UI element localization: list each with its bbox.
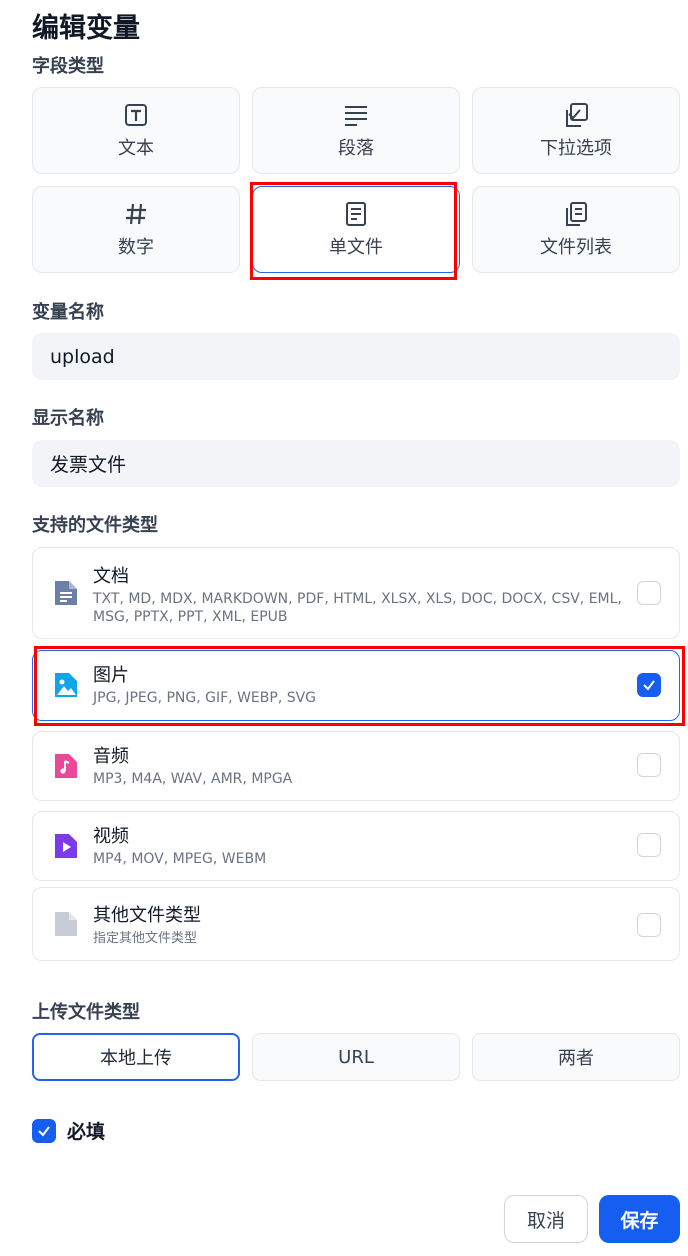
file-type-other[interactable]: 其他文件类型 指定其他文件类型 <box>32 887 680 961</box>
file-type-other-extensions: 指定其他文件类型 <box>93 931 198 946</box>
variable-name-label: 变量名称 <box>32 302 104 323</box>
file-type-audio[interactable]: 音频 MP3, M4A, WAV, AMR, MPGA <box>32 731 680 801</box>
upload-both-button[interactable]: 两者 <box>472 1033 680 1081</box>
file-type-image-extensions: JPG, JPEG, PNG, GIF, WEBP, SVG <box>93 690 317 706</box>
file-type-audio-name: 音频 <box>93 746 129 767</box>
variable-name-input[interactable]: upload <box>32 333 680 380</box>
field-type-paragraph-label: 段落 <box>338 137 374 159</box>
video-icon <box>53 832 79 860</box>
supported-types-label: 支持的文件类型 <box>32 515 158 536</box>
field-type-text[interactable]: 文本 <box>32 87 240 174</box>
field-type-select-label: 下拉选项 <box>540 137 612 159</box>
display-name-input[interactable]: 发票文件 <box>32 440 680 487</box>
file-type-image-name: 图片 <box>93 665 129 686</box>
required-checkbox[interactable] <box>32 1118 56 1143</box>
field-type-select[interactable]: 下拉选项 <box>472 87 680 174</box>
document-icon <box>53 579 79 607</box>
required-row: 必填 <box>32 1117 105 1144</box>
file-type-video[interactable]: 视频 MP4, MOV, MPEG, WEBM <box>32 811 680 881</box>
upload-local-button[interactable]: 本地上传 <box>32 1033 240 1081</box>
file-list-icon <box>563 201 589 227</box>
file-type-video-checkbox[interactable] <box>637 833 661 857</box>
file-type-document-extensions: TXT, MD, MDX, MARKDOWN, PDF, HTML, XLSX,… <box>93 591 622 625</box>
image-icon <box>53 671 79 699</box>
display-name-label: 显示名称 <box>32 408 104 429</box>
upload-url-button[interactable]: URL <box>252 1033 460 1081</box>
file-type-document-checkbox[interactable] <box>637 581 661 605</box>
save-button[interactable]: 保存 <box>599 1195 680 1243</box>
file-type-audio-extensions: MP3, M4A, WAV, AMR, MPGA <box>93 771 293 787</box>
check-icon <box>38 1125 50 1137</box>
upload-method-label: 上传文件类型 <box>32 1002 140 1023</box>
field-type-number-label: 数字 <box>118 236 154 258</box>
page-title: 编辑变量 <box>32 13 140 44</box>
field-type-file-list-label: 文件列表 <box>540 236 612 258</box>
cancel-button[interactable]: 取消 <box>504 1195 588 1243</box>
file-type-document-name: 文档 <box>93 566 129 587</box>
field-type-label: 字段类型 <box>32 56 104 77</box>
file-type-video-extensions: MP4, MOV, MPEG, WEBM <box>93 851 267 867</box>
check-icon <box>643 680 655 691</box>
file-icon <box>343 201 369 227</box>
file-type-image-checkbox[interactable] <box>637 673 661 697</box>
field-type-text-label: 文本 <box>118 137 154 159</box>
paragraph-icon <box>343 102 369 128</box>
select-icon <box>563 102 589 128</box>
required-label: 必填 <box>67 1121 106 1143</box>
other-file-icon <box>53 910 79 938</box>
audio-icon <box>53 752 79 780</box>
hash-icon <box>123 201 149 227</box>
file-type-document[interactable]: 文档 TXT, MD, MDX, MARKDOWN, PDF, HTML, XL… <box>32 547 680 639</box>
file-type-video-name: 视频 <box>93 826 129 847</box>
field-type-single-file-label: 单文件 <box>329 236 383 258</box>
field-type-single-file[interactable]: 单文件 <box>252 186 460 273</box>
file-type-other-checkbox[interactable] <box>637 913 661 937</box>
file-type-other-name: 其他文件类型 <box>93 905 201 926</box>
field-type-number[interactable]: 数字 <box>32 186 240 273</box>
field-type-file-list[interactable]: 文件列表 <box>472 186 680 273</box>
file-type-audio-checkbox[interactable] <box>637 753 661 777</box>
text-icon <box>123 102 149 128</box>
file-type-image[interactable]: 图片 JPG, JPEG, PNG, GIF, WEBP, SVG <box>32 650 680 721</box>
field-type-paragraph[interactable]: 段落 <box>252 87 460 174</box>
